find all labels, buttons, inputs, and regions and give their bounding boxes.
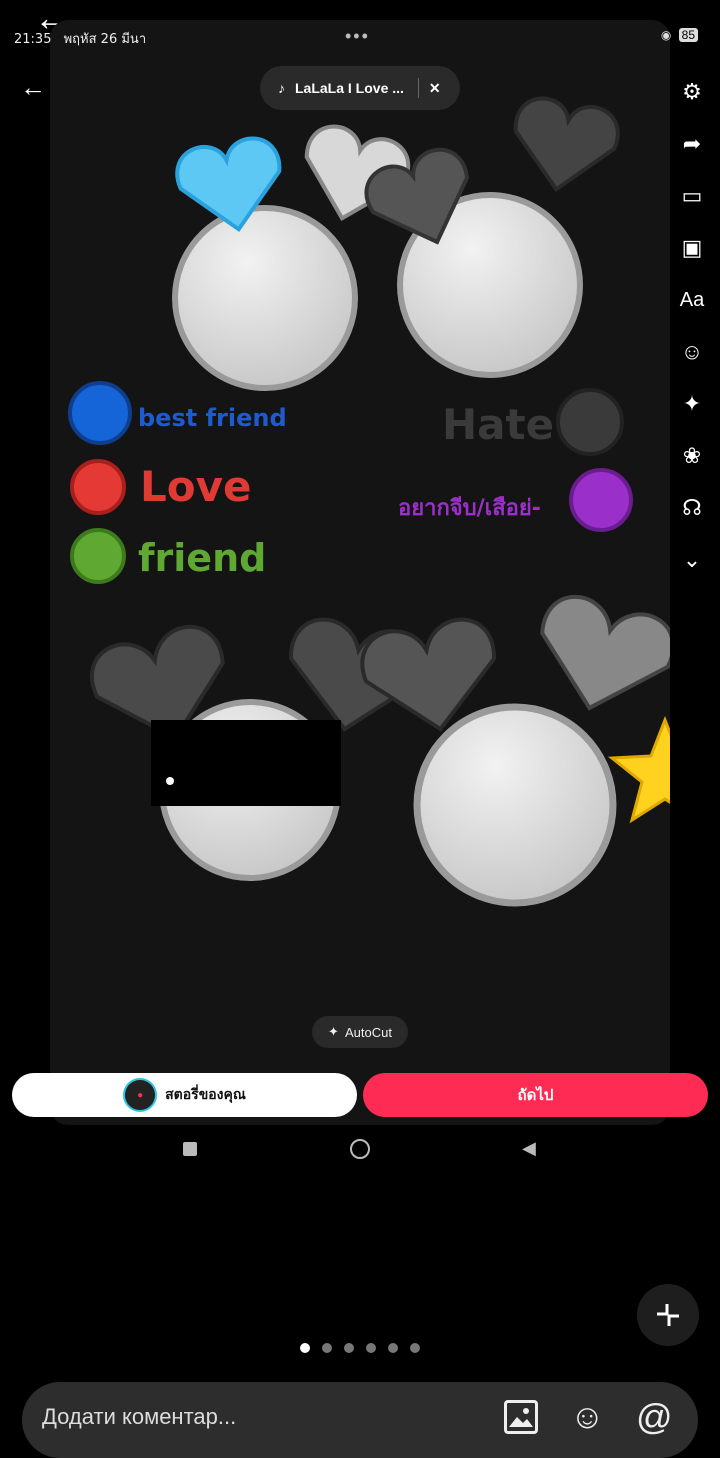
avatar-ball: [172, 205, 358, 391]
music-note-icon: ♪: [278, 80, 285, 96]
image-icon[interactable]: [504, 1400, 538, 1434]
heart-icon: [540, 595, 670, 711]
legend-label-love: Love: [140, 462, 252, 511]
pager-dot[interactable]: [300, 1343, 310, 1353]
home-icon[interactable]: [350, 1139, 370, 1159]
settings-icon[interactable]: ⚙: [672, 72, 712, 112]
heart-icon: [513, 96, 620, 193]
censor-bar: [151, 720, 341, 806]
your-story-button[interactable]: ● สตอรี่ของคุณ: [12, 1073, 357, 1117]
battery-icon: 85: [678, 28, 698, 42]
effects-icon[interactable]: ✦: [672, 384, 712, 424]
close-icon[interactable]: ✕: [429, 80, 441, 97]
sticker-icon[interactable]: ☺: [672, 332, 712, 372]
more-icon: •••: [345, 26, 370, 46]
legend-label-friend: friend: [138, 536, 267, 580]
legend-dot-best-friend: [68, 381, 132, 445]
status-time: 21:35: [14, 32, 52, 47]
mention-icon[interactable]: @: [636, 1396, 673, 1438]
star-icon: [607, 715, 670, 824]
legend-label-crush: อยากจีบ/เสือย่-: [398, 496, 541, 521]
music-selector[interactable]: ♪ LaLaLa I Love ... ✕: [260, 66, 460, 110]
crop-icon[interactable]: ▭: [672, 176, 712, 216]
pager-dot[interactable]: [322, 1343, 332, 1353]
pager-dot[interactable]: [344, 1343, 354, 1353]
your-story-label: สตอรี่ของคุณ: [165, 1086, 246, 1102]
system-nav-bar: ◀: [0, 1136, 720, 1164]
next-button[interactable]: ถัดไป: [363, 1073, 708, 1117]
comment-bar: Додати коментар... ☺ @: [22, 1382, 698, 1458]
back-nav-icon[interactable]: ◀: [522, 1138, 536, 1159]
chevron-down-icon[interactable]: ⌄: [672, 540, 712, 580]
share-icon[interactable]: ➦: [672, 124, 712, 164]
sparkle-icon: ✦: [328, 1024, 339, 1039]
autocut-button[interactable]: ✦ AutoCut: [312, 1016, 408, 1048]
legend-dot-love: [70, 459, 126, 515]
pager-dot[interactable]: [366, 1343, 376, 1353]
avatar-ball: [413, 703, 617, 907]
emoji-icon[interactable]: ☺: [570, 1398, 605, 1437]
collapse-icon[interactable]: [637, 1284, 699, 1346]
legend-label-best-friend: best friend: [138, 404, 287, 432]
avatar: ●: [123, 1078, 158, 1112]
recents-icon[interactable]: [183, 1142, 197, 1156]
back-arrow-icon[interactable]: ←: [20, 72, 46, 103]
text-icon[interactable]: Aa: [672, 280, 712, 320]
status-icons: ◉ 85: [661, 28, 698, 42]
pager-dot[interactable]: [410, 1343, 420, 1353]
pager-dots: [300, 1340, 432, 1358]
video-sticker-icon[interactable]: ▣: [672, 228, 712, 268]
status-date: พฤหัส 26 มีนา: [63, 32, 147, 47]
filters-icon[interactable]: ❀: [672, 436, 712, 476]
music-title: LaLaLa I Love ...: [295, 80, 404, 96]
next-label: ถัดไป: [517, 1087, 554, 1104]
editor-toolbar: ⚙ ➦ ▭ ▣ Aa ☺ ✦ ❀ ☊ ⌄: [672, 72, 712, 592]
voice-icon[interactable]: ☊: [672, 488, 712, 528]
autocut-label: AutoCut: [344, 1024, 392, 1040]
wifi-icon: ◉: [660, 28, 672, 42]
legend-dot-friend: [70, 528, 126, 584]
legend-dot-crush: [569, 468, 633, 532]
legend-dot-hate: [556, 388, 624, 456]
comment-input[interactable]: Додати коментар...: [42, 1404, 236, 1430]
status-bar: 21:35 พฤหัส 26 มีนา: [14, 28, 146, 49]
pager-dot[interactable]: [388, 1343, 398, 1353]
legend-label-hate: Hate: [442, 400, 555, 449]
